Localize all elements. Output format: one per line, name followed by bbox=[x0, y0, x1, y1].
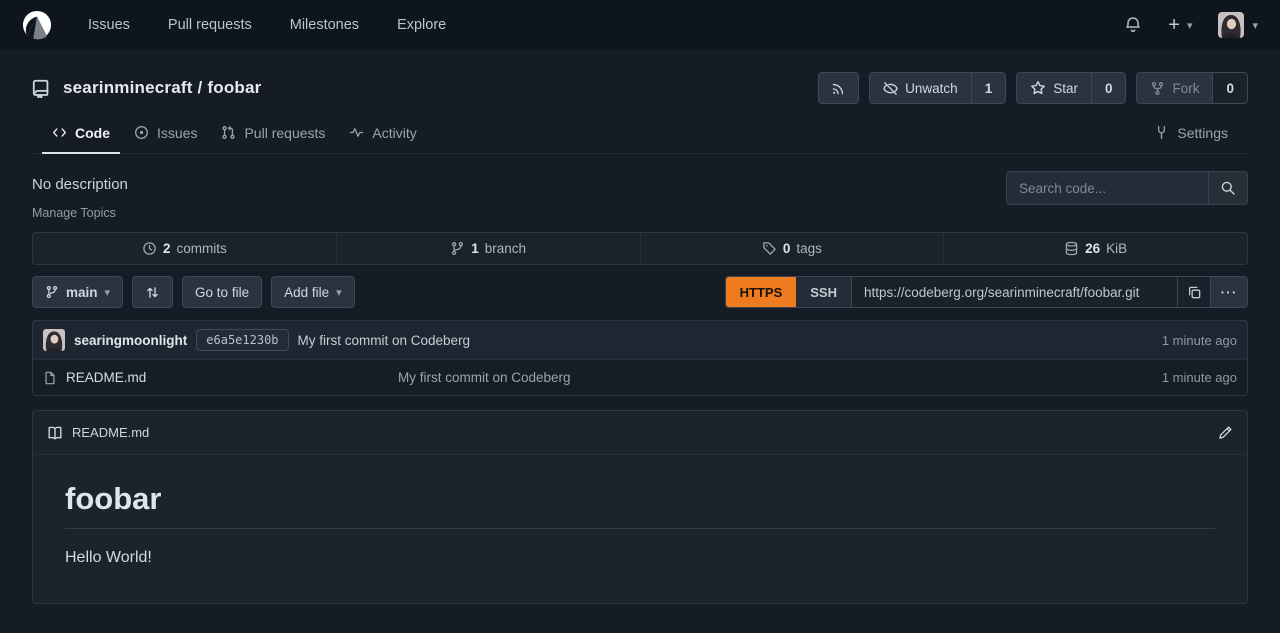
stat-commits[interactable]: 2commits bbox=[33, 233, 336, 264]
code-search bbox=[1006, 171, 1248, 205]
copy-url-button[interactable] bbox=[1177, 277, 1210, 307]
activity-icon bbox=[349, 125, 364, 140]
file-commit-message[interactable]: My first commit on Codeberg bbox=[398, 370, 571, 385]
user-avatar bbox=[1218, 12, 1244, 38]
watch-button-group[interactable]: Unwatch 1 bbox=[869, 72, 1006, 104]
history-icon bbox=[142, 241, 157, 256]
watchers-count[interactable]: 1 bbox=[971, 73, 1006, 103]
readme-content: foobar Hello World! bbox=[33, 455, 1247, 603]
repo-tabs: Code Issues Pull requests Act bbox=[32, 112, 1248, 154]
plus-icon: + bbox=[1168, 14, 1180, 37]
tab-issues[interactable]: Issues bbox=[122, 112, 209, 153]
repo-title: searinminecraft / foobar bbox=[32, 78, 261, 98]
code-search-input[interactable] bbox=[1007, 172, 1208, 204]
repo-name[interactable]: searinminecraft / foobar bbox=[63, 78, 261, 98]
file-icon bbox=[43, 371, 57, 385]
stars-count[interactable]: 0 bbox=[1091, 73, 1126, 103]
nav-link-explore[interactable]: Explore bbox=[397, 17, 446, 33]
user-menu[interactable]: ▾ bbox=[1218, 12, 1258, 38]
compare-button[interactable] bbox=[132, 276, 173, 308]
commit-hash-badge[interactable]: e6a5e1230b bbox=[196, 329, 288, 351]
fork-button-group: Fork 0 bbox=[1136, 72, 1248, 104]
rss-button[interactable] bbox=[818, 72, 859, 104]
search-icon bbox=[1220, 180, 1236, 196]
nav-link-issues[interactable]: Issues bbox=[88, 17, 130, 33]
add-file-button[interactable]: Add file ▾ bbox=[271, 276, 355, 308]
chevron-down-icon: ▾ bbox=[1252, 19, 1258, 32]
chevron-down-icon: ▾ bbox=[336, 286, 342, 299]
branch-icon bbox=[450, 241, 465, 256]
nav-link-milestones[interactable]: Milestones bbox=[290, 17, 359, 33]
book-open-icon bbox=[47, 425, 63, 441]
tag-icon bbox=[762, 241, 777, 256]
commit-message[interactable]: My first commit on Codeberg bbox=[298, 333, 471, 348]
repo-icon bbox=[32, 79, 51, 98]
tab-activity[interactable]: Activity bbox=[337, 112, 428, 153]
ssh-toggle[interactable]: SSH bbox=[796, 277, 852, 307]
commit-author-name[interactable]: searingmoonlight bbox=[74, 333, 187, 348]
readme-paragraph: Hello World! bbox=[65, 549, 1215, 567]
commit-time: 1 minute ago bbox=[1162, 333, 1237, 348]
stat-tags[interactable]: 0tags bbox=[640, 233, 944, 264]
repo-actions: Unwatch 1 Star 0 bbox=[818, 72, 1248, 104]
go-to-file-button[interactable]: Go to file bbox=[182, 276, 262, 308]
pencil-icon bbox=[1218, 425, 1233, 440]
file-commit-time: 1 minute ago bbox=[1162, 370, 1237, 385]
branch-icon bbox=[45, 285, 59, 299]
chevron-down-icon: ▾ bbox=[1187, 19, 1193, 32]
https-toggle[interactable]: HTTPS bbox=[726, 277, 797, 307]
top-navbar: Issues Pull requests Milestones Explore … bbox=[0, 0, 1280, 50]
issue-icon bbox=[134, 125, 149, 140]
create-new-menu[interactable]: + ▾ bbox=[1168, 14, 1192, 37]
stat-branches[interactable]: 1branch bbox=[336, 233, 640, 264]
database-icon bbox=[1064, 241, 1079, 256]
fork-button: Fork bbox=[1137, 73, 1212, 103]
repo-stats-bar: 2commits 1branch 0tags bbox=[32, 232, 1248, 265]
latest-commit-row: searingmoonlight e6a5e1230b My first com… bbox=[33, 321, 1247, 359]
readme-title: foobar bbox=[65, 481, 1215, 529]
compare-icon bbox=[145, 285, 160, 300]
star-button-group[interactable]: Star 0 bbox=[1016, 72, 1126, 104]
copy-icon bbox=[1187, 285, 1202, 300]
nav-links: Issues Pull requests Milestones Explore bbox=[88, 17, 446, 33]
codeberg-logo-icon[interactable] bbox=[22, 10, 52, 40]
code-icon bbox=[52, 125, 67, 140]
star-button[interactable]: Star bbox=[1017, 73, 1091, 103]
branch-bar: main ▾ Go to file Add file ▾ HTTPS SSH bbox=[32, 276, 1248, 308]
search-button[interactable] bbox=[1208, 172, 1247, 204]
clone-url-input[interactable] bbox=[852, 277, 1177, 307]
wrench-icon bbox=[1154, 125, 1169, 140]
readme-panel: README.md foobar Hello World! bbox=[32, 410, 1248, 604]
description-row: No description Manage Topics bbox=[32, 171, 1248, 220]
current-branch: main bbox=[66, 285, 98, 300]
repo-header: searinminecraft / foobar Unwatch 1 bbox=[32, 72, 1248, 104]
manage-topics-link[interactable]: Manage Topics bbox=[32, 206, 128, 220]
readme-header: README.md bbox=[33, 411, 1247, 455]
tab-code[interactable]: Code bbox=[40, 112, 122, 153]
clone-url-group: HTTPS SSH ··· bbox=[725, 276, 1248, 308]
tab-pull-requests[interactable]: Pull requests bbox=[209, 112, 337, 153]
nav-right: + ▾ ▾ bbox=[1124, 12, 1258, 38]
unwatch-button[interactable]: Unwatch bbox=[870, 73, 971, 103]
more-options-button[interactable]: ··· bbox=[1210, 277, 1247, 307]
repo-description: No description bbox=[32, 171, 128, 193]
chevron-down-icon: ▾ bbox=[105, 286, 111, 299]
pull-request-icon bbox=[221, 125, 236, 140]
forks-count[interactable]: 0 bbox=[1212, 73, 1247, 103]
commit-author-avatar[interactable] bbox=[43, 329, 65, 351]
readme-filename: README.md bbox=[72, 425, 149, 440]
file-browser: searingmoonlight e6a5e1230b My first com… bbox=[32, 320, 1248, 396]
file-name-link[interactable]: README.md bbox=[43, 370, 398, 385]
branch-selector[interactable]: main ▾ bbox=[32, 276, 123, 308]
edit-readme-button[interactable] bbox=[1218, 425, 1233, 440]
tab-settings[interactable]: Settings bbox=[1142, 112, 1240, 153]
notifications-bell-icon[interactable] bbox=[1124, 16, 1142, 34]
file-row-readme[interactable]: README.md My first commit on Codeberg 1 … bbox=[33, 359, 1247, 395]
nav-link-pull-requests[interactable]: Pull requests bbox=[168, 17, 252, 33]
stat-size[interactable]: 26KiB bbox=[943, 233, 1247, 264]
